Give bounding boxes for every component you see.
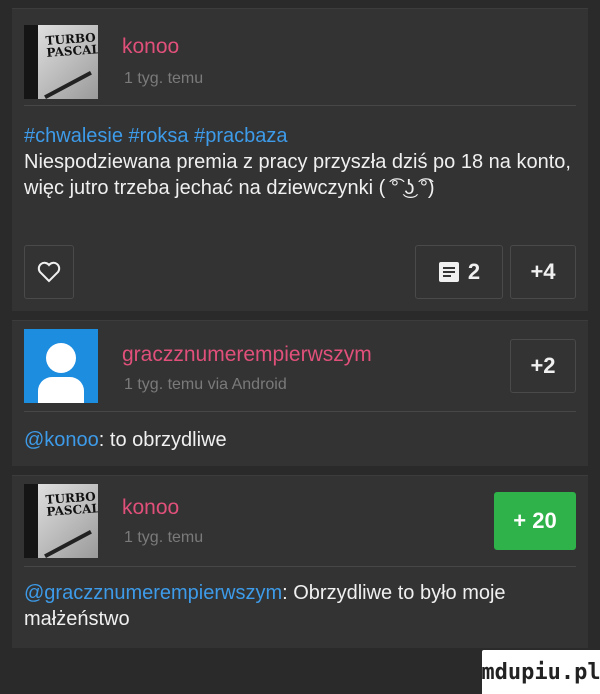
username[interactable]: graczznumerempierwszym (122, 343, 372, 367)
comment-card: TURBO PASCAL konoo 1 tyg. temu #chwalesie… (12, 8, 588, 311)
favorite-button[interactable] (24, 245, 74, 299)
avatar[interactable] (24, 329, 98, 403)
timestamp[interactable]: 1 tyg. temu (124, 529, 203, 547)
comment-body: @konoo: to obrzydliwe (24, 427, 576, 453)
comment-count: 2 (467, 259, 481, 284)
vote-button[interactable]: +4 (510, 245, 576, 299)
comment-text: : to obrzydliwe (98, 429, 227, 451)
watermark-text: mdupiu.pl (481, 659, 600, 685)
comment-text: Niespodziewana premia z pracy przyszła d… (24, 151, 571, 199)
username[interactable]: konoo (122, 496, 179, 520)
hashtag-link[interactable]: #pracbaza (194, 125, 287, 147)
hashtag-link[interactable]: #chwalesie (24, 125, 123, 147)
vote-button[interactable]: +2 (510, 339, 576, 393)
avatar[interactable]: TURBO PASCAL (24, 25, 98, 99)
divider (24, 566, 576, 567)
divider (24, 105, 576, 106)
mention-link[interactable]: @graczznumerempierwszym (24, 582, 282, 604)
vote-button[interactable]: + 20 (494, 492, 576, 550)
divider (24, 411, 576, 412)
username[interactable]: konoo (122, 35, 179, 59)
mention-link[interactable]: @konoo (24, 429, 99, 451)
comment-body: @graczznumerempierwszym: Obrzydliwe to b… (24, 580, 576, 632)
timestamp[interactable]: 1 tyg. temu (124, 70, 203, 88)
comment-icon (438, 262, 459, 282)
comment-card: graczznumerempierwszym 1 tyg. temu via A… (12, 320, 588, 466)
avatar[interactable]: TURBO PASCAL (24, 484, 98, 558)
timestamp[interactable]: 1 tyg. temu via Android (124, 376, 287, 394)
heart-icon (37, 261, 61, 283)
watermark: mdupiu.pl (481, 650, 600, 694)
comment-body: #chwalesie #roksa #pracbaza Niespodziewa… (24, 123, 576, 201)
comments-button[interactable]: 2 (415, 245, 503, 299)
comment-card: TURBO PASCAL konoo 1 tyg. temu + 20 @grac… (12, 475, 588, 648)
hashtag-link[interactable]: #roksa (129, 125, 189, 147)
